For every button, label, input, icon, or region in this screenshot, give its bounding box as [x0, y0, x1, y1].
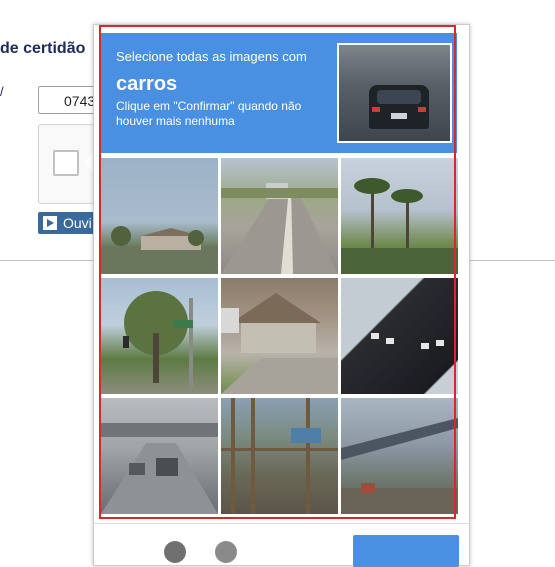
recaptcha-checkbox[interactable]	[53, 150, 79, 176]
page-section-title: de certidão	[0, 40, 86, 57]
tile-4[interactable]	[101, 278, 218, 394]
footer-divider	[94, 523, 469, 524]
tile-3[interactable]	[341, 158, 458, 274]
sign-closeup-scene-icon	[371, 333, 444, 349]
tree-street-sign-scene-icon	[123, 291, 193, 388]
audio-challenge-icon[interactable]	[215, 541, 237, 563]
tile-8[interactable]	[221, 398, 338, 514]
reference-car-image	[337, 43, 452, 143]
tile-7[interactable]	[101, 398, 218, 514]
captcha-challenge-popup: Selecione todas as imagens com carros Cl…	[93, 24, 470, 567]
tile-5[interactable]	[221, 278, 338, 394]
house-scene-icon	[221, 293, 338, 394]
instruction-text: Selecione todas as imagens com	[116, 49, 307, 64]
tile-1[interactable]	[101, 158, 218, 274]
road-scene-icon	[101, 226, 218, 274]
car-icon	[369, 85, 429, 129]
field-mark: /	[0, 84, 4, 99]
reload-icon[interactable]	[164, 541, 186, 563]
tile-2[interactable]	[221, 158, 338, 274]
play-icon	[43, 216, 57, 230]
target-object-label: carros	[116, 73, 178, 95]
tile-6[interactable]	[341, 278, 458, 394]
tile-9[interactable]	[341, 398, 458, 514]
fence-scene-icon	[221, 398, 338, 514]
verify-button[interactable]	[353, 535, 459, 567]
audio-button-label: Ouvi	[63, 215, 92, 231]
bridge-scene-icon	[341, 418, 458, 514]
palm-trees-scene-icon	[341, 178, 458, 274]
image-grid	[101, 158, 458, 518]
highway-cars-scene-icon	[101, 423, 218, 514]
road-car-scene-icon	[221, 183, 338, 274]
instruction-subtext: Clique em "Confirmar" quando não houver …	[116, 99, 302, 128]
challenge-header: Selecione todas as imagens com carros Cl…	[101, 33, 457, 153]
